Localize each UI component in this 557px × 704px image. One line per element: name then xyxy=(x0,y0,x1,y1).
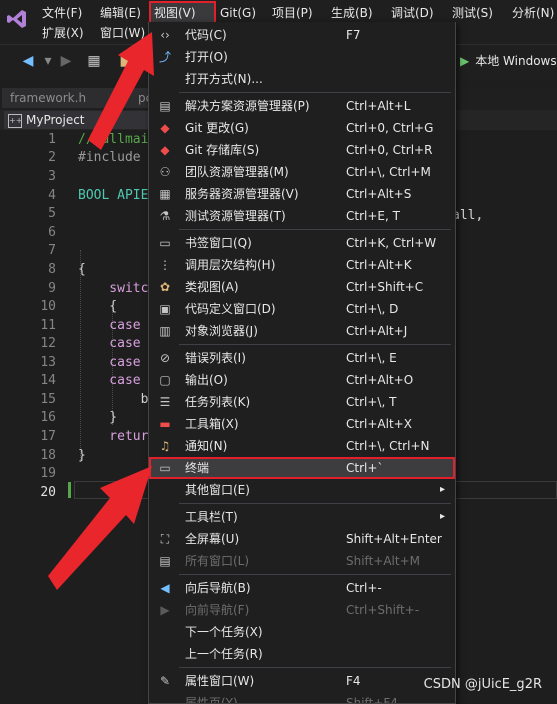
annotation-arrow-terminal xyxy=(48,466,152,590)
annotation-arrow-menu xyxy=(88,32,154,150)
watermark-text: CSDN @jUicE_g2R xyxy=(423,677,542,692)
annotation-arrows xyxy=(48,32,154,590)
